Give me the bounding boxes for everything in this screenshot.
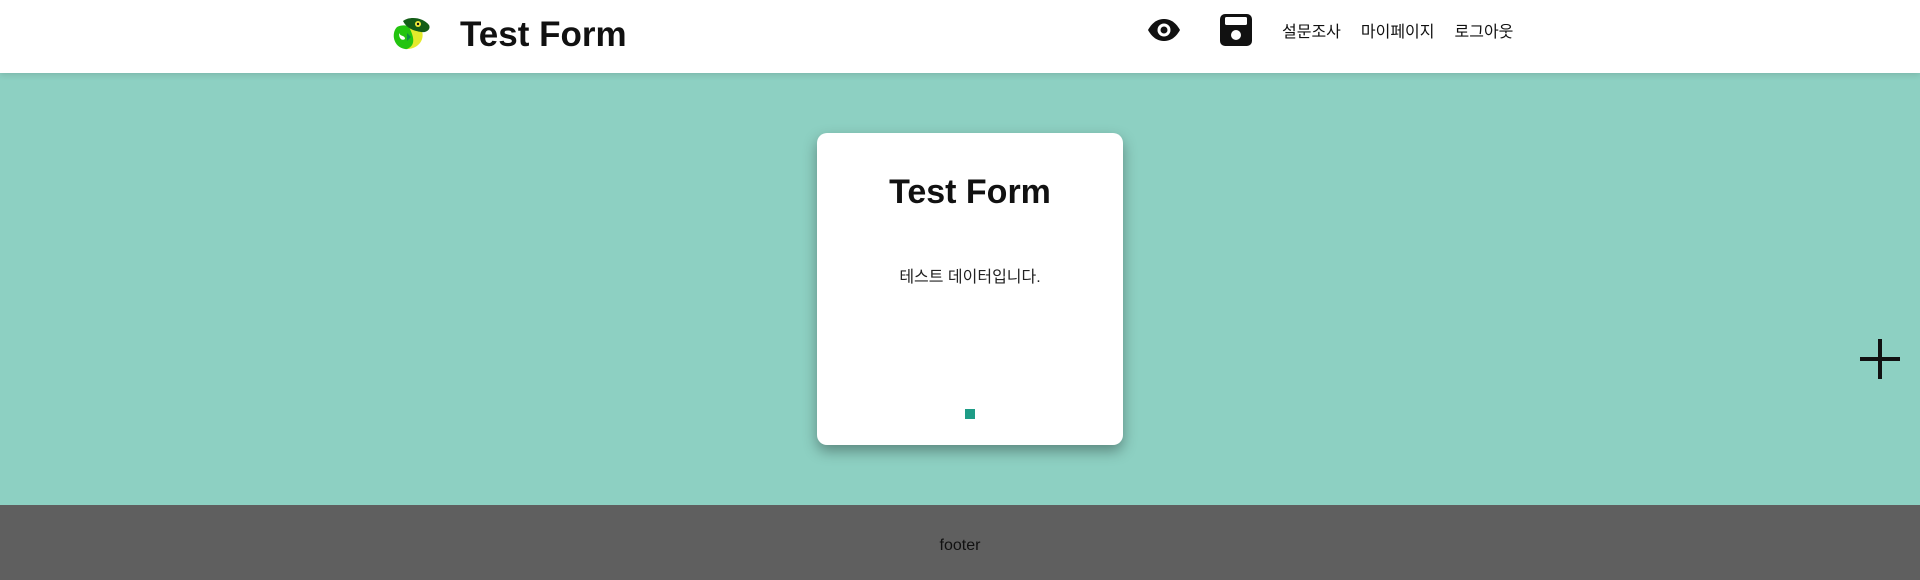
top-header: Test Form 설문조사 마이페이지 로그아웃 [0,0,1920,73]
app-title: Test Form [460,15,627,54]
plus-icon [1858,339,1902,385]
footer: footer [0,505,1920,580]
eye-icon [1147,18,1181,47]
floppy-disk-icon [1219,13,1253,52]
nav-survey[interactable]: 설문조사 [1282,22,1341,44]
save-button[interactable] [1216,12,1256,52]
main-area: Test Form 테스트 데이터입니다. [0,73,1920,505]
page-indicator-dot[interactable] [965,409,975,419]
nav-logout[interactable]: 로그아웃 [1455,22,1514,44]
main-nav: 설문조사 마이페이지 로그아웃 [1282,22,1513,44]
footer-text: footer [939,537,981,554]
add-card-button[interactable] [1858,337,1902,381]
nav-mypage[interactable]: 마이페이지 [1361,22,1435,44]
card-description: 테스트 데이터입니다. [899,269,1041,286]
preview-button[interactable] [1144,12,1184,52]
card-title: Test Form [889,173,1051,211]
form-card[interactable]: Test Form 테스트 데이터입니다. [817,133,1123,445]
parrot-logo-icon[interactable] [389,17,433,50]
